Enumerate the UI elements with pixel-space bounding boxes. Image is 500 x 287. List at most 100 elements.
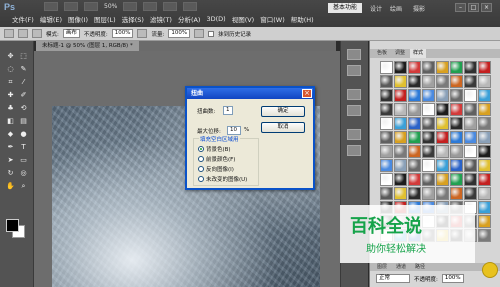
style-swatch[interactable]: [436, 159, 449, 172]
style-swatch[interactable]: [450, 75, 463, 88]
minimize-icon[interactable]: –: [455, 3, 466, 12]
style-swatch[interactable]: [436, 131, 449, 144]
clone-stamp-icon[interactable]: ♣: [5, 103, 16, 113]
style-swatch[interactable]: [464, 117, 477, 130]
menu-help[interactable]: 帮助(H): [291, 14, 314, 24]
blend-mode-select[interactable]: 正常: [376, 274, 410, 283]
style-swatch[interactable]: [422, 159, 435, 172]
style-swatch[interactable]: [408, 187, 421, 200]
brush-panel-icon[interactable]: [32, 29, 42, 38]
style-swatch[interactable]: [450, 187, 463, 200]
workspace-essentials-button[interactable]: 基本功能: [328, 3, 363, 13]
type-tool-icon[interactable]: T: [18, 142, 29, 152]
tab-channels[interactable]: 通道: [393, 263, 409, 271]
menu-filter[interactable]: 滤镜(T): [150, 14, 172, 24]
style-swatch[interactable]: [436, 75, 449, 88]
ok-button[interactable]: 确定: [261, 106, 305, 117]
style-swatch[interactable]: [380, 103, 393, 116]
workspace-design-tab[interactable]: 设计: [370, 4, 382, 13]
style-swatch[interactable]: [478, 173, 491, 186]
dodge-tool-icon[interactable]: ●: [18, 129, 29, 139]
style-swatch[interactable]: [380, 159, 393, 172]
mini-bridge-icon[interactable]: [64, 2, 78, 11]
style-swatch[interactable]: [422, 89, 435, 102]
style-swatch[interactable]: [422, 75, 435, 88]
style-swatch[interactable]: [394, 61, 407, 74]
airbrush-icon[interactable]: [194, 29, 205, 38]
style-swatch[interactable]: [450, 103, 463, 116]
brush-tool-icon[interactable]: ✐: [18, 90, 29, 100]
maximize-icon[interactable]: □: [468, 3, 479, 12]
eraser-tool-preset-icon[interactable]: [4, 29, 14, 38]
opacity-field[interactable]: 100%: [111, 29, 134, 38]
style-swatch[interactable]: [478, 117, 491, 130]
style-swatch[interactable]: [380, 89, 393, 102]
style-swatch[interactable]: [380, 173, 393, 186]
style-swatch[interactable]: [436, 89, 449, 102]
eyedropper-icon[interactable]: ⁄: [18, 77, 29, 87]
style-swatch[interactable]: [380, 75, 393, 88]
max-displacement-input[interactable]: 10: [227, 126, 241, 135]
pressure-opacity-icon[interactable]: [137, 29, 148, 38]
close-icon[interactable]: ×: [481, 3, 492, 12]
menu-analysis[interactable]: 分析(A): [178, 14, 201, 24]
style-swatch[interactable]: [464, 159, 477, 172]
style-swatch[interactable]: [478, 89, 491, 102]
style-swatch[interactable]: [436, 103, 449, 116]
menu-view[interactable]: 视图(V): [232, 14, 255, 24]
style-swatch[interactable]: [478, 159, 491, 172]
character-panel-icon[interactable]: [347, 129, 361, 140]
zoom-level[interactable]: 50%: [104, 3, 117, 10]
style-swatch[interactable]: [478, 201, 491, 214]
layer-opacity-field[interactable]: 100%: [441, 274, 464, 283]
style-swatch[interactable]: [478, 75, 491, 88]
style-swatch[interactable]: [450, 61, 463, 74]
style-swatch[interactable]: [394, 117, 407, 130]
style-swatch[interactable]: [422, 145, 435, 158]
style-swatch[interactable]: [478, 103, 491, 116]
hand-icon[interactable]: [123, 2, 138, 11]
cancel-button[interactable]: 取消: [261, 122, 305, 133]
style-swatch[interactable]: [422, 61, 435, 74]
style-swatch[interactable]: [422, 103, 435, 116]
menu-image[interactable]: 图像(I): [68, 14, 88, 24]
menu-layer[interactable]: 图层(L): [94, 14, 116, 24]
radio-button[interactable]: [198, 166, 204, 172]
style-swatch[interactable]: [464, 89, 477, 102]
document-tab[interactable]: 未标题-1 @ 50% (图层 1, RGB/8) *: [36, 41, 139, 51]
shape-tool-icon[interactable]: ▭: [18, 155, 29, 165]
paragraph-panel-icon[interactable]: [347, 145, 361, 156]
style-swatch[interactable]: [408, 61, 421, 74]
dialog-close-icon[interactable]: ×: [302, 89, 312, 98]
style-swatch[interactable]: [450, 131, 463, 144]
style-swatch[interactable]: [408, 131, 421, 144]
erase-to-history-checkbox[interactable]: [208, 30, 215, 37]
style-swatch[interactable]: [394, 145, 407, 158]
style-swatch[interactable]: [464, 131, 477, 144]
tab-styles[interactable]: 样式: [410, 49, 427, 58]
hand-tool-icon[interactable]: ✋: [5, 181, 16, 191]
menu-file[interactable]: 文件(F): [12, 14, 34, 24]
radio-option[interactable]: 前景颜色(F): [198, 155, 235, 163]
style-swatch[interactable]: [478, 229, 491, 242]
style-swatch[interactable]: [380, 131, 393, 144]
style-swatch[interactable]: [380, 61, 393, 74]
style-swatch[interactable]: [464, 187, 477, 200]
radio-button[interactable]: [198, 156, 204, 162]
style-swatch[interactable]: [408, 89, 421, 102]
style-swatch[interactable]: [450, 89, 463, 102]
screen-mode-icon[interactable]: [183, 2, 198, 11]
style-swatch[interactable]: [450, 145, 463, 158]
style-swatch[interactable]: [408, 75, 421, 88]
style-swatch[interactable]: [478, 145, 491, 158]
style-swatch[interactable]: [394, 187, 407, 200]
style-swatch[interactable]: [464, 145, 477, 158]
style-swatch[interactable]: [380, 117, 393, 130]
history-brush-icon[interactable]: ⟲: [18, 103, 29, 113]
style-swatch[interactable]: [394, 89, 407, 102]
grid-icon[interactable]: [84, 2, 98, 11]
workspace-painting-tab[interactable]: 绘画: [390, 4, 402, 13]
radio-option[interactable]: 未改变的图像(U): [198, 175, 247, 183]
style-swatch[interactable]: [464, 61, 477, 74]
bridge-icon[interactable]: [44, 2, 58, 11]
